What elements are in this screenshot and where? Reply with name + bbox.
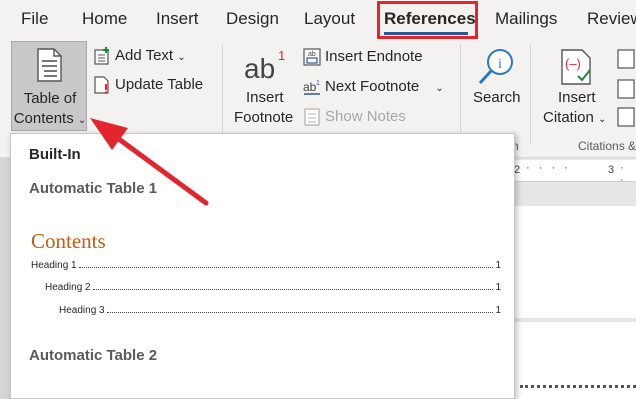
chevron-down-icon: ⌄ bbox=[177, 52, 186, 63]
ribbon-separator bbox=[460, 44, 461, 144]
svg-text:ab: ab bbox=[308, 51, 316, 58]
active-tab-underline bbox=[384, 32, 468, 35]
search-icon: i bbox=[478, 49, 513, 85]
table-of-contents-icon bbox=[37, 48, 62, 82]
toc-leader bbox=[92, 282, 494, 290]
insert-citation-button[interactable]: (–) Insert Citation ⌄ bbox=[540, 44, 612, 132]
left-margin bbox=[0, 158, 10, 399]
insert-endnote-icon: ab bbox=[303, 48, 321, 66]
toc-label-line2: Contents ⌄ bbox=[13, 110, 87, 127]
search-button[interactable]: i Search bbox=[468, 44, 524, 132]
svg-text:(–): (–) bbox=[565, 56, 581, 71]
insert-footnote-line2: Footnote bbox=[234, 109, 294, 126]
tab-insert[interactable]: Insert bbox=[156, 9, 199, 29]
show-notes-icon bbox=[304, 108, 320, 126]
ruler-mark: 3 bbox=[608, 164, 615, 176]
toc-label-line1: Table of bbox=[23, 90, 77, 107]
tab-design[interactable]: Design bbox=[226, 9, 279, 29]
toc-entry-text: Heading 2 bbox=[45, 282, 91, 293]
svg-text:1: 1 bbox=[278, 48, 285, 63]
toc-leader bbox=[78, 260, 494, 268]
add-text-icon bbox=[94, 47, 109, 65]
automatic-table-1-label[interactable]: Automatic Table 1 bbox=[29, 180, 157, 197]
dotted-leader bbox=[520, 385, 636, 391]
ribbon-separator bbox=[530, 44, 531, 144]
toc-entry-text: Heading 1 bbox=[31, 260, 77, 271]
toc-entry-page: 1 bbox=[495, 305, 501, 316]
add-text-button[interactable]: Add Text ⌄ bbox=[115, 47, 186, 64]
tab-layout[interactable]: Layout bbox=[304, 9, 355, 29]
show-notes-button[interactable]: Show Notes bbox=[325, 108, 406, 125]
table-of-contents-button[interactable]: Table of Contents ⌄ bbox=[11, 41, 87, 131]
tab-home[interactable]: Home bbox=[82, 9, 127, 29]
insert-footnote-button[interactable]: ab 1 Insert Footnote bbox=[232, 44, 296, 132]
insert-citation-icon: (–) bbox=[561, 49, 591, 85]
insert-footnote-line1: Insert bbox=[246, 89, 284, 106]
next-footnote-icon: ab 1 bbox=[303, 80, 320, 95]
insert-endnote-button[interactable]: Insert Endnote bbox=[325, 48, 423, 65]
search-label: Search bbox=[473, 89, 521, 106]
toc-preview-title: Contents bbox=[31, 229, 106, 253]
svg-text:i: i bbox=[498, 57, 502, 72]
chevron-down-icon: ⌄ bbox=[77, 115, 87, 126]
toc-entry-page: 1 bbox=[495, 260, 501, 271]
chevron-down-icon: ⌄ bbox=[435, 83, 444, 94]
page-gap bbox=[512, 318, 636, 322]
toc-gallery-dropdown: Built-In Automatic Table 1 Contents Head… bbox=[10, 133, 515, 399]
toc-entry-page: 1 bbox=[495, 282, 501, 293]
svg-text:1: 1 bbox=[316, 80, 320, 87]
chevron-down-icon: ⌄ bbox=[598, 114, 607, 125]
toc-entry: Heading 3 1 bbox=[59, 305, 501, 316]
insert-citation-line1: Insert bbox=[558, 89, 596, 106]
footnote-icon: ab 1 bbox=[244, 48, 285, 84]
ruler-dots: · · bbox=[620, 162, 627, 186]
toc-entry: Heading 1 1 bbox=[31, 260, 501, 271]
automatic-table-2-label[interactable]: Automatic Table 2 bbox=[29, 347, 157, 364]
tab-file[interactable]: File bbox=[21, 9, 48, 29]
ribbon-separator bbox=[222, 44, 223, 144]
svg-text:ab: ab bbox=[244, 53, 275, 84]
menu-bar: File Home Insert Design Layout Reference… bbox=[0, 0, 636, 40]
update-table-button[interactable]: Update Table bbox=[115, 76, 203, 93]
svg-text:ab: ab bbox=[303, 80, 317, 94]
document-page[interactable] bbox=[512, 206, 636, 399]
toc-entry-text: Heading 3 bbox=[59, 305, 105, 316]
automatic-table-1-preview[interactable]: Contents Heading 1 1 Heading 2 1 Heading 3… bbox=[11, 204, 514, 324]
toc-leader bbox=[106, 305, 494, 313]
citations-group-label: Citations & bbox=[578, 139, 636, 153]
citation-tools-icons bbox=[617, 49, 635, 127]
built-in-title: Built-In bbox=[29, 146, 81, 163]
tab-references[interactable]: References bbox=[384, 9, 476, 29]
gallery-section-header: Built-In bbox=[11, 134, 514, 172]
next-footnote-button[interactable]: Next Footnote ⌄ bbox=[325, 78, 444, 95]
ruler-dots: · · · · bbox=[526, 162, 571, 174]
insert-citation-line2: Citation ⌄ bbox=[543, 109, 607, 126]
update-table-icon bbox=[94, 76, 109, 94]
tab-mailings[interactable]: Mailings bbox=[495, 9, 557, 29]
toc-entry: Heading 2 1 bbox=[45, 282, 501, 293]
tab-review[interactable]: Review bbox=[587, 9, 636, 29]
